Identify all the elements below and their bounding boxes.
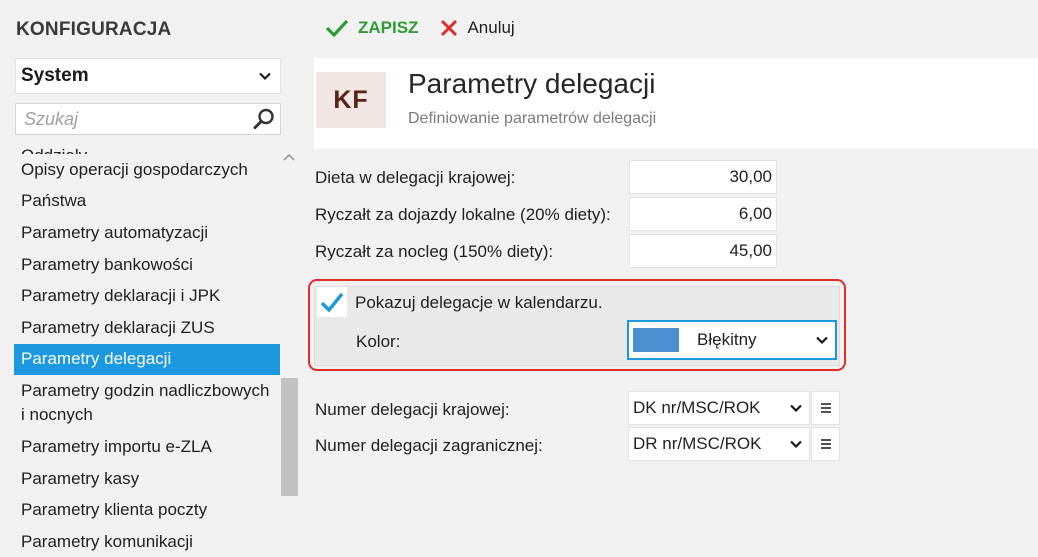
sidebar-item-parametry-deklaracji-zus[interactable]: Parametry deklaracji ZUS	[14, 312, 280, 344]
color-label: Kolor:	[356, 332, 401, 351]
sidebar-item-parametry-deklaracji-jpk[interactable]: Parametry deklaracji i JPK	[14, 280, 280, 312]
number-foreign-list-button[interactable]	[811, 427, 840, 461]
check-icon	[325, 19, 349, 38]
sidebar-item-label: Parametry importu e-ZLA	[21, 436, 212, 456]
overnight-label: Ryczałt za nocleg (150% diety):	[315, 242, 554, 261]
module-logo: KF	[316, 72, 386, 128]
menu-icon	[820, 403, 831, 413]
overnight-field[interactable]: 45,00	[629, 234, 777, 268]
sidebar-item-label: Parametry komunikacji	[21, 531, 193, 551]
sidebar-item-label: Parametry deklaracji i JPK	[21, 286, 221, 306]
number-domestic-label: Numer delegacji krajowej:	[315, 400, 510, 419]
sidebar-item-panstwa[interactable]: Państwa	[14, 186, 280, 218]
save-button[interactable]: ZAPISZ	[325, 18, 418, 38]
sidebar-item-label: Parametry delegacji	[21, 349, 172, 369]
sidebar-item-parametry-godzin[interactable]: Parametry godzin nadliczbowych i nocnych	[14, 375, 280, 431]
sidebar: KONFIGURACJA System Oddziały Opisy opera…	[0, 0, 300, 557]
page-subtitle: Definiowanie parametrów delegacji	[408, 110, 657, 127]
number-domestic-list-button[interactable]	[811, 391, 840, 425]
show-in-calendar-label: Pokazuj delegacje w kalendarzu.	[355, 293, 603, 312]
save-label: ZAPISZ	[358, 18, 419, 37]
toolbar: ZAPISZ Anuluj	[325, 14, 537, 42]
search-box[interactable]	[15, 103, 281, 135]
overnight-value: 45,00	[729, 241, 772, 260]
chevron-down-icon	[259, 72, 271, 81]
close-icon	[441, 19, 458, 37]
sidebar-item-label: Parametry kasy	[21, 468, 140, 488]
sidebar-item-parametry-delegacji[interactable]: Parametry delegacji	[14, 343, 280, 376]
local-commute-value: 6,00	[738, 204, 772, 223]
section-select-value: System	[21, 65, 89, 86]
diet-domestic-value: 30,00	[729, 167, 772, 186]
menu-icon	[820, 439, 831, 449]
cancel-label: Anuluj	[467, 18, 515, 37]
sidebar-item-opisy-operacji[interactable]: Opisy operacji gospodarczych	[14, 154, 280, 186]
number-foreign-label: Numer delegacji zagranicznej:	[315, 436, 543, 455]
chevron-down-icon	[790, 440, 802, 449]
search-input[interactable]	[24, 108, 244, 130]
sidebar-item-label: Parametry klienta poczty	[21, 500, 208, 520]
number-foreign-value: DR nr/MSC/ROK	[633, 434, 762, 453]
show-in-calendar-checkbox[interactable]	[317, 287, 347, 317]
checkmark-icon	[320, 292, 344, 313]
chevron-down-icon	[790, 404, 802, 413]
sidebar-item-parametry-komunikacji[interactable]: Parametry komunikacji	[14, 526, 280, 557]
page-header: KF Parametry delegacji Definiowanie para…	[314, 58, 1038, 149]
sidebar-item-parametry-kasy[interactable]: Parametry kasy	[14, 463, 280, 495]
local-commute-label: Ryczałt za dojazdy lokalne (20% diety):	[315, 205, 611, 224]
chevron-down-icon	[816, 336, 828, 345]
sidebar-item-label: Parametry deklaracji ZUS	[21, 317, 215, 337]
sidebar-item-parametry-bankowosci[interactable]: Parametry bankowości	[14, 249, 280, 281]
sidebar-item-label: Opisy operacji gospodarczych	[21, 159, 248, 179]
local-commute-field[interactable]: 6,00	[629, 197, 777, 231]
cancel-button[interactable]: Anuluj	[440, 18, 515, 38]
sidebar-item-parametry-importu-ezla[interactable]: Parametry importu e-ZLA	[14, 431, 280, 463]
diet-domestic-field[interactable]: 30,00	[629, 160, 777, 194]
color-select-value: Błękitny	[697, 330, 757, 349]
sidebar-item-parametry-automatyzacji[interactable]: Parametry automatyzacji	[14, 217, 280, 249]
sidebar-item-oddzialy[interactable]: Oddziały	[14, 144, 280, 154]
number-foreign-select[interactable]: DR nr/MSC/ROK	[628, 427, 810, 461]
page-title: Parametry delegacji	[408, 68, 656, 99]
sidebar-item-label: Oddziały	[21, 146, 87, 154]
number-domestic-value: DK nr/MSC/ROK	[633, 398, 761, 417]
sidebar-item-label: Państwa	[21, 191, 87, 211]
section-select[interactable]: System	[15, 58, 281, 94]
sidebar-item-label: Parametry automatyzacji	[21, 222, 209, 242]
sidebar-item-label: Parametry bankowości	[21, 254, 193, 274]
number-domestic-select[interactable]: DK nr/MSC/ROK	[628, 391, 810, 425]
sidebar-title: KONFIGURACJA	[16, 19, 172, 40]
color-select[interactable]: Błękitny	[627, 320, 837, 360]
sidebar-list: Oddziały Opisy operacji gospodarczych Pa…	[0, 144, 300, 557]
color-swatch	[633, 328, 679, 352]
diet-domestic-label: Dieta w delegacji krajowej:	[315, 168, 516, 187]
sidebar-item-label: Parametry godzin nadliczbowych i nocnych	[21, 381, 270, 425]
search-icon[interactable]	[252, 107, 276, 131]
sidebar-item-parametry-klienta-poczty[interactable]: Parametry klienta poczty	[14, 494, 280, 526]
